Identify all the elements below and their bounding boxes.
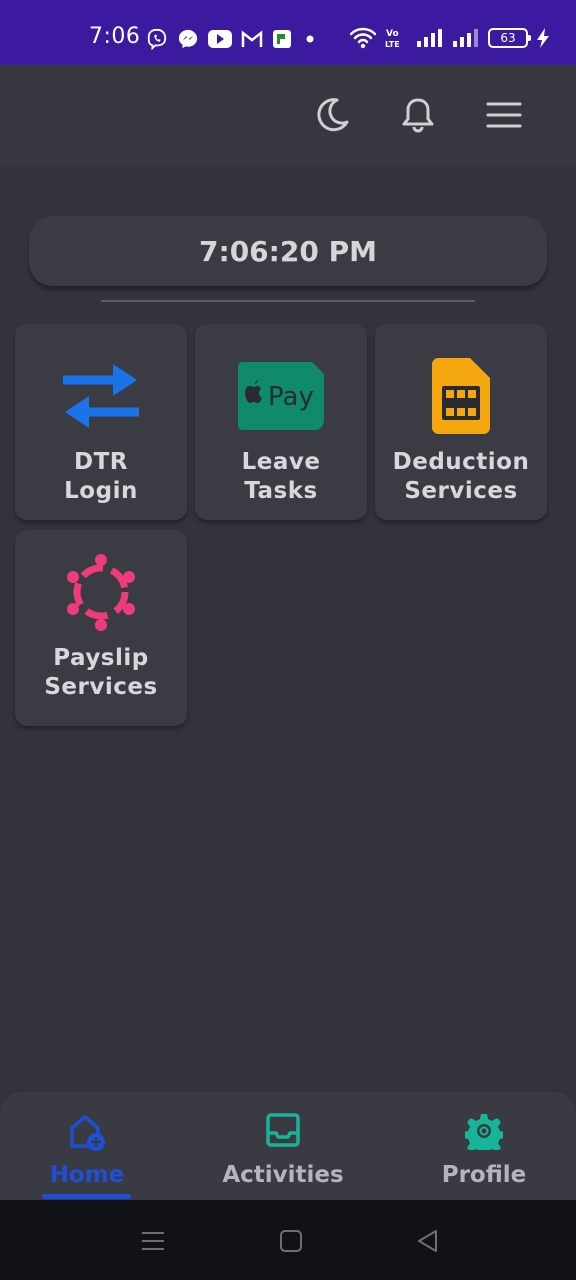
tile-dtr-login[interactable]: DTR Login: [15, 324, 187, 520]
recents-icon: [142, 1232, 164, 1250]
square-icon: [280, 1230, 302, 1252]
tile-label-line2: Services: [44, 674, 158, 700]
app-icon: [273, 30, 291, 48]
app-header: [0, 65, 576, 166]
divider: [101, 300, 475, 302]
volte-icon: VoLTE: [385, 29, 400, 49]
people-circle-icon: [67, 554, 135, 631]
tile-deduction-services[interactable]: Deduction Services: [375, 324, 547, 520]
battery-indicator: 63: [488, 28, 531, 48]
active-tab-indicator: [42, 1194, 131, 1199]
tile-payslip-services[interactable]: Payslip Services: [15, 530, 187, 726]
tile-label-line1: Payslip: [53, 645, 149, 671]
tile-label-line2: Login: [64, 478, 138, 504]
tile-label-line2: Services: [404, 478, 518, 504]
notifications-button[interactable]: [396, 93, 440, 137]
tile-label-line1: Leave: [241, 449, 321, 475]
viber-icon: [147, 28, 167, 50]
clock-display: 7:06:20 PM: [29, 216, 547, 286]
charging-icon: [537, 28, 549, 48]
wifi-icon: [350, 27, 376, 49]
inbox-icon: [266, 1113, 300, 1147]
dark-mode-button[interactable]: [310, 93, 354, 137]
signal-icon: [417, 29, 442, 47]
bell-icon: [402, 98, 434, 133]
notification-icons: [146, 27, 319, 51]
nav-label: Home: [49, 1162, 125, 1188]
back-button[interactable]: [413, 1226, 443, 1256]
menu-button[interactable]: [482, 93, 526, 137]
gmail-icon: [241, 30, 263, 47]
status-time: 7:06: [89, 24, 141, 49]
menu-icon: [486, 102, 522, 128]
sim-card-icon: [432, 358, 490, 434]
tile-label-line1: Deduction: [392, 449, 530, 475]
home-system-button[interactable]: [276, 1226, 306, 1256]
svg-text:LTE: LTE: [385, 40, 400, 49]
arrows-swap-icon: [63, 364, 139, 428]
system-navigation-bar: [0, 1200, 576, 1280]
recents-button[interactable]: [138, 1226, 168, 1256]
signal-icon: [453, 29, 478, 47]
dot-icon: [306, 35, 314, 43]
tile-label-line2: Tasks: [244, 478, 318, 504]
nav-activities[interactable]: Activities: [193, 1092, 373, 1200]
tile-label-line1: DTR: [74, 449, 128, 475]
home-add-icon: [70, 1115, 105, 1151]
nav-label: Activities: [222, 1162, 344, 1188]
system-status-icons: Vo LTE 63: [350, 24, 550, 52]
messenger-icon: [178, 29, 198, 49]
svg-text:Vo: Vo: [386, 29, 399, 39]
gear-icon: [465, 1114, 503, 1150]
nav-profile[interactable]: Profile: [394, 1092, 574, 1200]
nav-label: Profile: [441, 1162, 527, 1188]
apple-pay-icon: Pay: [238, 362, 324, 430]
tile-leave-tasks[interactable]: Pay Leave Tasks: [195, 324, 367, 520]
youtube-icon: [208, 30, 232, 48]
bottom-navigation: Home Activities Profile: [0, 1092, 576, 1200]
moon-icon: [317, 98, 349, 132]
svg-text:Pay: Pay: [268, 382, 314, 412]
back-triangle-icon: [418, 1230, 437, 1252]
status-bar: 7:06 Vo LTE 63: [0, 0, 576, 65]
nav-home[interactable]: Home: [0, 1092, 177, 1200]
